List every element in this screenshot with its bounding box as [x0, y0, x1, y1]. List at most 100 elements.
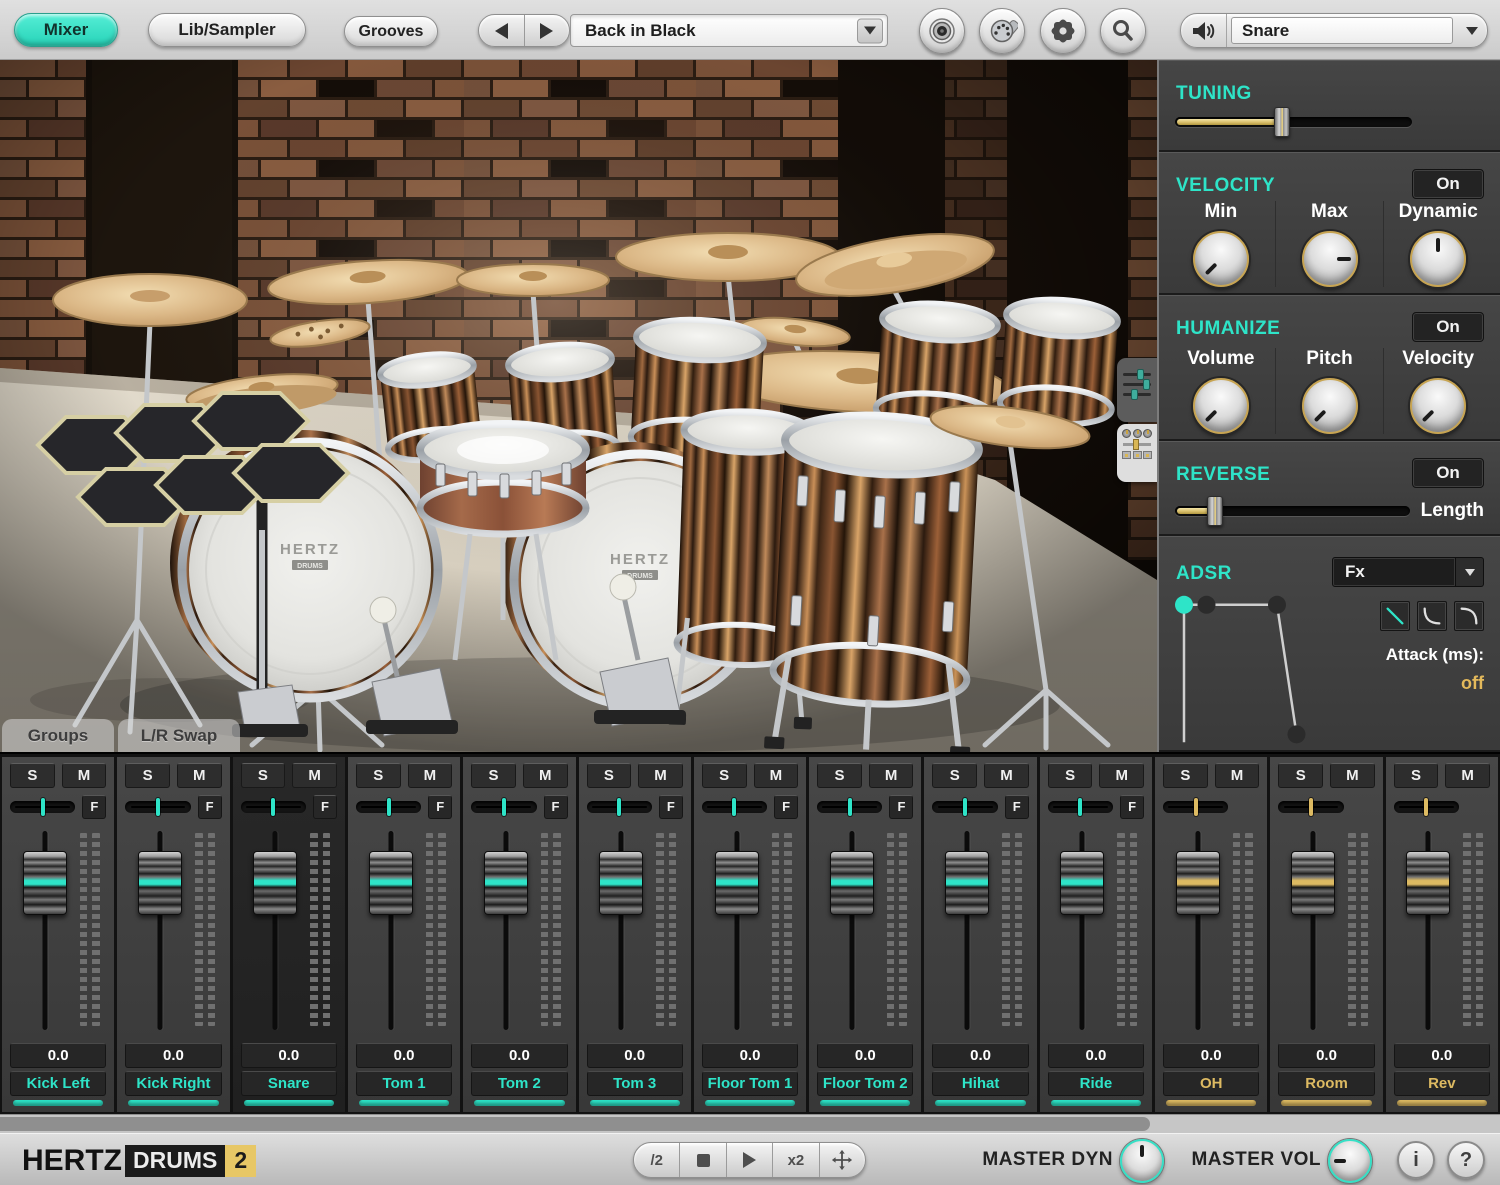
solo-button[interactable]: S: [471, 763, 516, 788]
tuning-slider-handle[interactable]: [1274, 107, 1290, 137]
midi-button[interactable]: [979, 8, 1025, 54]
channel-value[interactable]: 0.0: [587, 1043, 683, 1068]
output-dropdown-arrow[interactable]: [1457, 27, 1487, 35]
drum-kit-scene[interactable]: HERTZ DRUMS HERTZ DRUMS: [0, 60, 1157, 752]
pan-slider[interactable]: [241, 801, 306, 813]
channel-value[interactable]: 0.0: [241, 1043, 337, 1068]
channel-value[interactable]: 0.0: [1048, 1043, 1144, 1068]
mute-button[interactable]: M: [754, 763, 799, 788]
solo-button[interactable]: S: [1278, 763, 1323, 788]
channel-name[interactable]: OH: [1163, 1071, 1259, 1096]
adsr-dropdown-arrow[interactable]: [1456, 557, 1484, 587]
mute-button[interactable]: M: [177, 763, 222, 788]
solo-button[interactable]: S: [817, 763, 862, 788]
channel-name[interactable]: Floor Tom 1: [702, 1071, 798, 1096]
envelope-point-selected[interactable]: [1175, 596, 1193, 614]
groups-tab[interactable]: Groups: [2, 719, 114, 752]
channel-name[interactable]: Snare: [241, 1071, 337, 1096]
output-channel-select[interactable]: Snare: [1180, 13, 1488, 48]
fader-handle[interactable]: [599, 851, 643, 915]
channel-name[interactable]: Rev: [1394, 1071, 1490, 1096]
master-vol-knob[interactable]: [1328, 1139, 1372, 1183]
velocity-dynamic-knob[interactable]: [1410, 231, 1466, 287]
channel-name[interactable]: Kick Right: [125, 1071, 221, 1096]
channel-name[interactable]: Ride: [1048, 1071, 1144, 1096]
channel-value[interactable]: 0.0: [817, 1043, 913, 1068]
envelope-point[interactable]: [1198, 596, 1216, 614]
pan-slider[interactable]: [587, 801, 652, 813]
mixer-channel[interactable]: S M F 0.0 Ride: [1040, 757, 1152, 1112]
solo-button[interactable]: S: [356, 763, 401, 788]
fx-button[interactable]: F: [428, 795, 452, 819]
curve-exp-button[interactable]: [1417, 601, 1447, 631]
info-button[interactable]: i: [1397, 1141, 1435, 1179]
settings-button[interactable]: [1040, 8, 1086, 54]
preset-select[interactable]: Back in Black: [570, 14, 888, 47]
mixer-channel[interactable]: S M F 0.0 Rev: [1386, 757, 1498, 1112]
transport-move-button[interactable]: [819, 1143, 865, 1177]
solo-button[interactable]: S: [932, 763, 977, 788]
fader-handle[interactable]: [715, 851, 759, 915]
channel-name[interactable]: Tom 2: [471, 1071, 567, 1096]
pan-slider[interactable]: [1048, 801, 1113, 813]
mixer-channel[interactable]: S M F 0.0 OH: [1155, 757, 1267, 1112]
channel-name[interactable]: Hihat: [932, 1071, 1028, 1096]
reverse-on-button[interactable]: On: [1412, 458, 1484, 488]
monitor-button[interactable]: [919, 8, 965, 54]
fx-button[interactable]: F: [82, 795, 106, 819]
mute-button[interactable]: M: [984, 763, 1029, 788]
lr-swap-tab[interactable]: L/R Swap: [118, 719, 240, 752]
adsr-envelope-editor[interactable]: [1169, 589, 1319, 747]
channel-name[interactable]: Tom 1: [356, 1071, 452, 1096]
fx-button[interactable]: F: [659, 795, 683, 819]
pan-slider[interactable]: [1394, 801, 1459, 813]
curve-log-button[interactable]: [1454, 601, 1484, 631]
fader-handle[interactable]: [253, 851, 297, 915]
mixer-scrollbar-thumb[interactable]: [0, 1117, 1150, 1131]
velocity-max-knob[interactable]: [1302, 231, 1358, 287]
solo-button[interactable]: S: [1048, 763, 1093, 788]
fx-button[interactable]: F: [544, 795, 568, 819]
mixer-channel[interactable]: S M F 0.0 Tom 2: [463, 757, 575, 1112]
mute-button[interactable]: M: [523, 763, 568, 788]
channel-name[interactable]: Kick Left: [10, 1071, 106, 1096]
fx-button[interactable]: F: [1120, 795, 1144, 819]
solo-button[interactable]: S: [10, 763, 55, 788]
adsr-mode-select[interactable]: Fx: [1332, 557, 1484, 587]
mixer-channel[interactable]: S M F 0.0 Floor Tom 2: [809, 757, 921, 1112]
fader-handle[interactable]: [138, 851, 182, 915]
mixer-channel[interactable]: S M F 0.0 Tom 3: [579, 757, 691, 1112]
curve-linear-button[interactable]: [1380, 601, 1410, 631]
mini-settings-toggle[interactable]: [1117, 424, 1157, 482]
velocity-min-knob[interactable]: [1193, 231, 1249, 287]
channel-value[interactable]: 0.0: [932, 1043, 1028, 1068]
solo-button[interactable]: S: [702, 763, 747, 788]
pan-slider[interactable]: [356, 801, 421, 813]
transport-double-speed-button[interactable]: x2: [772, 1143, 818, 1177]
preset-prev-button[interactable]: [479, 15, 524, 46]
envelope-point[interactable]: [1268, 596, 1286, 614]
velocity-on-button[interactable]: On: [1412, 169, 1484, 199]
mixer-channel[interactable]: S M F 0.0 Floor Tom 1: [694, 757, 806, 1112]
transport-play-button[interactable]: [726, 1143, 772, 1177]
envelope-point[interactable]: [1288, 725, 1306, 743]
mixer-channel[interactable]: S M F 0.0 Hihat: [924, 757, 1036, 1112]
mute-button[interactable]: M: [1215, 763, 1260, 788]
fader-handle[interactable]: [484, 851, 528, 915]
solo-button[interactable]: S: [125, 763, 170, 788]
humanize-on-button[interactable]: On: [1412, 312, 1484, 342]
fader-handle[interactable]: [1291, 851, 1335, 915]
humanize-volume-knob[interactable]: [1193, 378, 1249, 434]
transport-half-speed-button[interactable]: /2: [634, 1143, 679, 1177]
fader-handle[interactable]: [369, 851, 413, 915]
solo-button[interactable]: S: [1394, 763, 1439, 788]
lib-sampler-tab-button[interactable]: Lib/Sampler: [148, 13, 306, 47]
preset-next-button[interactable]: [524, 15, 570, 46]
mute-button[interactable]: M: [1330, 763, 1375, 788]
solo-button[interactable]: S: [1163, 763, 1208, 788]
fx-button[interactable]: F: [1005, 795, 1029, 819]
mute-button[interactable]: M: [62, 763, 107, 788]
search-button[interactable]: [1100, 8, 1146, 54]
reverse-slider-handle[interactable]: [1207, 496, 1223, 526]
mute-button[interactable]: M: [1445, 763, 1490, 788]
